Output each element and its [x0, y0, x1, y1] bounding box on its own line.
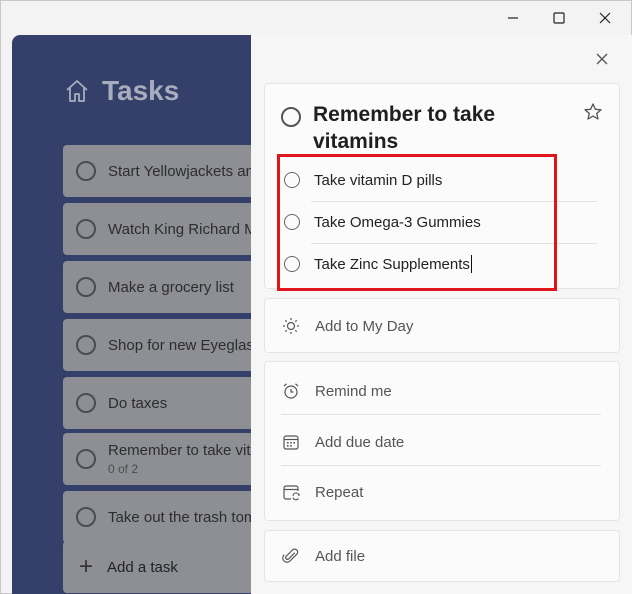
task-checkbox[interactable] — [76, 507, 96, 527]
close-icon — [596, 53, 608, 65]
task-label: Start Yellowjackets and — [108, 162, 262, 180]
add-to-my-day-label: Add to My Day — [315, 317, 414, 335]
list-title: Tasks — [102, 75, 180, 106]
add-file-label: Add file — [315, 547, 366, 565]
task-label: Make a grocery list — [108, 278, 234, 296]
add-file-button[interactable]: Add file — [281, 541, 365, 571]
task-label: Do taxes — [108, 394, 168, 412]
task-item[interactable]: Make a grocery list — [63, 261, 262, 313]
task-item[interactable]: Start Yellowjackets and — [63, 145, 262, 197]
add-due-date-label: Add due date — [315, 433, 405, 451]
home-icon — [66, 80, 88, 102]
dates-card: Remind me Add due date Repeat — [264, 361, 620, 521]
remind-me-button[interactable]: Remind me — [281, 376, 392, 406]
task-item-selected[interactable]: Remember to take vita 0 of 2 — [63, 433, 262, 485]
task-label: Remember to take vita — [108, 442, 259, 459]
divider — [281, 465, 601, 466]
remind-me-label: Remind me — [315, 382, 392, 400]
task-item[interactable]: Watch King Richard M — [63, 203, 262, 255]
my-day-card: Add to My Day — [264, 298, 620, 353]
sun-icon — [281, 316, 301, 336]
plus-icon: + — [79, 553, 94, 580]
task-label: Watch King Richard M — [108, 220, 257, 238]
complete-checkbox[interactable] — [281, 107, 301, 127]
close-detail-button[interactable] — [590, 47, 614, 71]
task-checkbox[interactable] — [76, 277, 96, 297]
task-label: Take out the trash tom — [108, 508, 257, 526]
minimize-icon — [508, 17, 518, 19]
window-close-button[interactable] — [582, 1, 628, 35]
star-icon[interactable] — [583, 102, 603, 122]
step-count: 0 of 2 — [108, 462, 139, 476]
task-checkbox[interactable] — [76, 335, 96, 355]
task-title[interactable]: Remember to take vitamins — [313, 101, 573, 155]
list-header: Tasks — [64, 75, 179, 107]
task-checkbox[interactable] — [76, 161, 96, 181]
add-due-date-button[interactable]: Add due date — [281, 427, 404, 457]
app-window: Tasks Start Yellowjackets and Watch King… — [0, 0, 632, 594]
repeat-button[interactable]: Repeat — [281, 477, 363, 507]
task-checkbox[interactable] — [76, 449, 96, 469]
task-item[interactable]: Do taxes — [63, 377, 262, 429]
calendar-icon — [281, 432, 301, 452]
add-task-button[interactable]: + Add a task — [63, 541, 262, 593]
task-detail-pane: Remember to take vitamins Take vitamin D… — [251, 35, 632, 594]
close-icon — [599, 12, 611, 24]
task-checkbox[interactable] — [76, 219, 96, 239]
file-card: Add file — [264, 530, 620, 582]
minimize-button[interactable] — [490, 1, 536, 35]
divider — [281, 414, 601, 415]
repeat-label: Repeat — [315, 483, 364, 501]
add-task-label: Add a task — [107, 558, 178, 576]
task-item[interactable]: Shop for new Eyeglass — [63, 319, 262, 371]
paperclip-icon — [281, 546, 301, 566]
task-item[interactable]: Take out the trash tom — [63, 491, 262, 543]
task-list-pane: Tasks Start Yellowjackets and Watch King… — [12, 35, 262, 594]
title-bar — [1, 1, 631, 35]
repeat-calendar-icon — [281, 482, 301, 502]
steps-highlight-box — [277, 154, 557, 291]
maximize-icon — [553, 12, 565, 24]
task-label: Shop for new Eyeglass — [108, 336, 262, 354]
alarm-clock-icon — [281, 381, 301, 401]
add-to-my-day-button[interactable]: Add to My Day — [281, 311, 413, 341]
task-checkbox[interactable] — [76, 393, 96, 413]
maximize-button[interactable] — [536, 1, 582, 35]
